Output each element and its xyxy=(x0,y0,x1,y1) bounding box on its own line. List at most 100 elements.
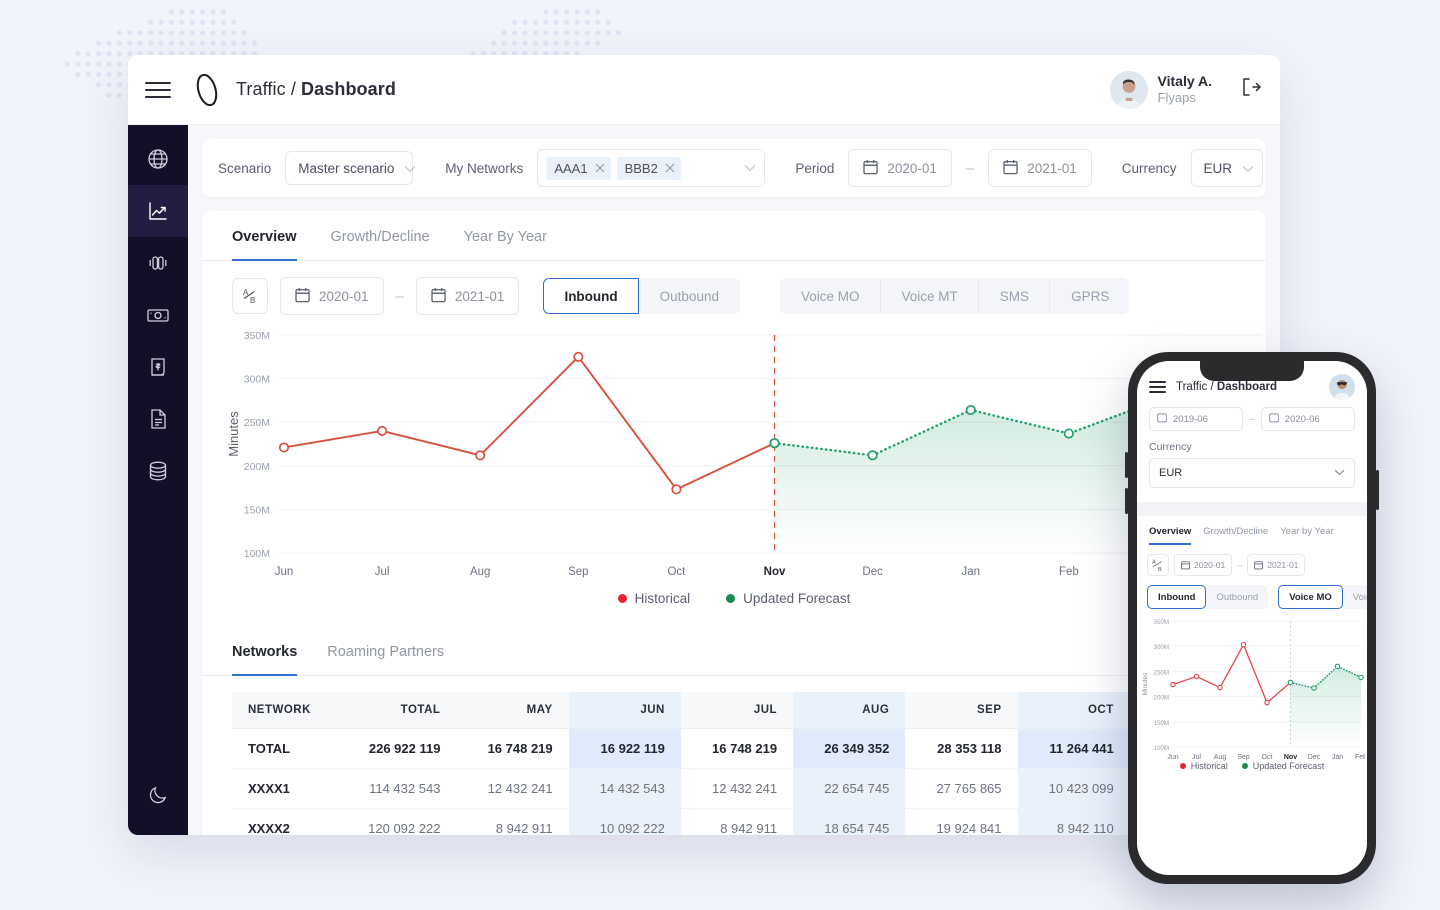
table-row[interactable]: XXXX2 120 092 222 8 942 911 10 092 222 8 942… xyxy=(232,808,1242,835)
chevron-down-icon[interactable] xyxy=(744,159,756,177)
logout-icon[interactable] xyxy=(1240,76,1262,103)
tab-overview[interactable]: Overview xyxy=(232,211,297,261)
svg-text:250M: 250M xyxy=(244,417,270,429)
networks-token-field[interactable]: AAA1 BBB2 xyxy=(537,149,766,187)
user-menu[interactable]: Vitaly A. Flyaps xyxy=(1109,70,1262,109)
svg-text:Dec: Dec xyxy=(862,566,883,578)
phone-currency-select[interactable]: EUR xyxy=(1149,458,1355,488)
avatar xyxy=(1109,70,1148,109)
sidebar-item-billing[interactable] xyxy=(128,289,188,341)
hamburger-icon[interactable] xyxy=(128,81,188,98)
table-row[interactable]: TOTAL 226 922 119 16 748 219 16 922 119 16 7… xyxy=(232,728,1242,769)
hamburger-icon[interactable] xyxy=(1149,381,1166,393)
tab-roaming-partners[interactable]: Roaming Partners xyxy=(327,626,444,676)
calendar-icon xyxy=(1003,159,1018,178)
svg-text:Aug: Aug xyxy=(1214,754,1227,761)
svg-text:300M: 300M xyxy=(1154,644,1169,651)
currency-select[interactable]: EUR xyxy=(1190,149,1263,187)
table-cell-value: 16 748 219 xyxy=(456,728,569,769)
table-header-network[interactable]: NETWORK xyxy=(232,692,345,729)
phone-date-to[interactable]: 2020-06 xyxy=(1260,407,1355,431)
phone-range-separator: – xyxy=(1249,413,1255,425)
phone-chart-date-from[interactable]: 2020-01 xyxy=(1174,554,1233,576)
phone-direction-inbound-button[interactable]: Inbound xyxy=(1147,585,1207,609)
phone-period-row: 2019-06 – 2020-06 xyxy=(1137,405,1367,431)
phone-tabs: Overview Growth/Decline Year by Year xyxy=(1137,516,1367,545)
table-cell-value: 10 423 099 xyxy=(1017,768,1130,809)
breadcrumb-prefix: Traffic xyxy=(236,79,286,99)
service-voice-mt-button[interactable]: Voice MT xyxy=(881,278,979,314)
svg-text:Minutes: Minutes xyxy=(1142,672,1149,696)
phone-date-from[interactable]: 2019-06 xyxy=(1149,407,1244,431)
filter-bar: Scenario Master scenario My Networks AAA… xyxy=(202,139,1266,197)
period-from-field[interactable]: 2020-01 xyxy=(848,149,952,187)
legend-dot-historical xyxy=(617,594,627,603)
svg-text:Jun: Jun xyxy=(1167,754,1178,761)
avatar[interactable] xyxy=(1329,374,1355,400)
table-cell-value: 114 432 543 xyxy=(344,768,457,809)
traffic-line-chart-svg: 100M 150M 200M 250M 300M 350M Minutes Jun Jul Aug… xyxy=(226,330,1266,578)
tab-growth-decline[interactable]: Growth/Decline xyxy=(331,211,430,261)
currency-value: EUR xyxy=(1203,160,1233,176)
table-row[interactable]: XXXX1 114 432 543 12 432 241 14 432 543 12 4… xyxy=(232,768,1242,809)
sidebar-item-compare[interactable] xyxy=(128,237,188,289)
phone-tab-year-by-year[interactable]: Year by Year xyxy=(1280,526,1334,545)
svg-text:Jan: Jan xyxy=(961,566,980,578)
phone-tab-growth-decline[interactable]: Growth/Decline xyxy=(1203,526,1268,545)
sidebar-item-invoices[interactable] xyxy=(128,341,188,393)
phone-currency-value: EUR xyxy=(1159,467,1183,479)
service-voice-mo-button[interactable]: Voice MO xyxy=(780,278,881,314)
phone-tab-overview[interactable]: Overview xyxy=(1149,526,1192,545)
sidebar-item-dark-mode[interactable] xyxy=(128,769,188,821)
tab-year-by-year[interactable]: Year By Year xyxy=(464,211,547,261)
app-header: Traffic / Dashboard Vitaly A. Flyaps xyxy=(128,55,1280,125)
period-to-field[interactable]: 2021-01 xyxy=(988,149,1092,187)
table-cell-value: 226 922 119 xyxy=(344,728,457,769)
table-header-total[interactable]: TOTAL xyxy=(344,692,457,729)
sidebar-item-reports[interactable] xyxy=(128,393,188,445)
table-header-aug[interactable]: AUG xyxy=(793,692,906,729)
direction-outbound-button[interactable]: Outbound xyxy=(638,278,740,314)
remove-token-icon[interactable] xyxy=(665,161,675,176)
phone-service-voice-mo-button[interactable]: Voice MO xyxy=(1278,585,1343,609)
svg-text:Oct: Oct xyxy=(667,566,686,578)
phone-chart-date-from-value: 2020-01 xyxy=(1194,560,1226,570)
table-cell-value: 16 922 119 xyxy=(568,728,681,769)
phone-service-voice-mt-button[interactable]: Voice xyxy=(1343,585,1367,609)
table-cell-value: 12 432 241 xyxy=(680,768,794,809)
phone-direction-outbound-button[interactable]: Outbound xyxy=(1206,585,1268,609)
table-header-jul[interactable]: JUL xyxy=(680,692,794,729)
phone-chart-controls: A B 2020-01 – 2021-01 xyxy=(1137,545,1367,576)
svg-text:Oct: Oct xyxy=(1262,754,1273,761)
legend-item-historical: Historical xyxy=(617,591,690,606)
table-header-jun[interactable]: JUN xyxy=(568,692,681,729)
table-cell-value: 8 942 911 xyxy=(680,808,794,835)
period-label: Period xyxy=(795,160,835,176)
table-cell-value: 12 432 241 xyxy=(456,768,569,809)
svg-text:Minutes: Minutes xyxy=(226,411,241,457)
svg-text:100M: 100M xyxy=(244,548,270,560)
chart-date-to[interactable]: 2021-01 xyxy=(415,277,520,315)
service-sms-button[interactable]: SMS xyxy=(979,278,1051,314)
tab-networks[interactable]: Networks xyxy=(232,626,298,676)
scenario-select[interactable]: Master scenario xyxy=(285,151,416,185)
phone-chart-date-to[interactable]: 2021-01 xyxy=(1247,554,1306,576)
table-header-may[interactable]: MAY xyxy=(456,692,569,729)
network-token[interactable]: AAA1 xyxy=(546,156,611,180)
table-cell-value: 120 092 222 xyxy=(344,808,457,835)
table-header-sep[interactable]: SEP xyxy=(905,692,1018,729)
sidebar-item-traffic[interactable] xyxy=(128,185,188,237)
phone-ab-toggle-button[interactable]: A B xyxy=(1147,554,1169,576)
sidebar-item-global[interactable] xyxy=(128,133,188,185)
sidebar-item-data[interactable] xyxy=(128,445,188,497)
network-token-label: AAA1 xyxy=(554,160,588,176)
network-token[interactable]: BBB2 xyxy=(616,156,681,180)
service-gprs-button[interactable]: GPRS xyxy=(1050,278,1129,314)
chart-date-from[interactable]: 2020-01 xyxy=(280,277,384,315)
ab-toggle-button[interactable]: A B xyxy=(232,278,268,314)
table-cell-value: 28 353 118 xyxy=(905,728,1018,769)
table-header-oct[interactable]: OCT xyxy=(1017,692,1130,729)
remove-token-icon[interactable] xyxy=(595,161,605,176)
direction-inbound-button[interactable]: Inbound xyxy=(543,278,639,314)
svg-text:Jun: Jun xyxy=(275,566,294,578)
